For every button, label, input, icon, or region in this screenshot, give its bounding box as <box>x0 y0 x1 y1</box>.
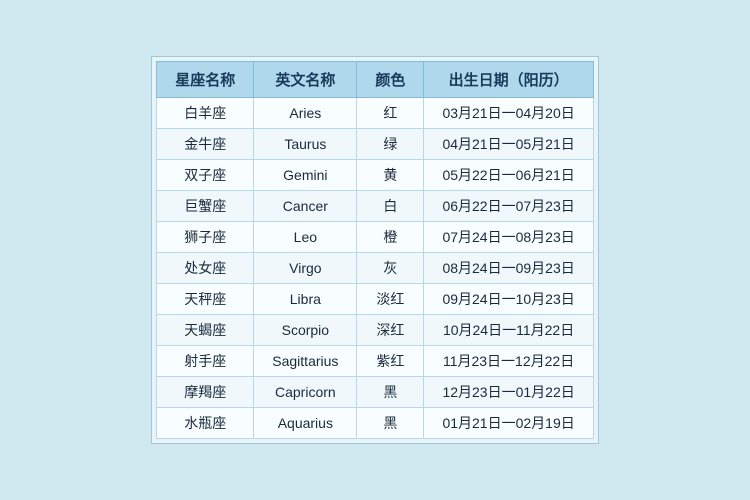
table-row: 摩羯座Capricorn黑12月23日一01月22日 <box>157 377 593 408</box>
cell-dates: 06月22日一07月23日 <box>424 191 593 222</box>
cell-english-name: Libra <box>254 284 357 315</box>
cell-color: 绿 <box>357 129 424 160</box>
zodiac-table-container: 星座名称 英文名称 颜色 出生日期（阳历） 白羊座Aries红03月21日一04… <box>151 56 598 444</box>
cell-chinese-name: 巨蟹座 <box>157 191 254 222</box>
cell-chinese-name: 摩羯座 <box>157 377 254 408</box>
table-row: 处女座Virgo灰08月24日一09月23日 <box>157 253 593 284</box>
cell-dates: 01月21日一02月19日 <box>424 408 593 439</box>
table-row: 巨蟹座Cancer白06月22日一07月23日 <box>157 191 593 222</box>
cell-english-name: Sagittarius <box>254 346 357 377</box>
cell-dates: 12月23日一01月22日 <box>424 377 593 408</box>
cell-chinese-name: 射手座 <box>157 346 254 377</box>
cell-dates: 03月21日一04月20日 <box>424 98 593 129</box>
cell-dates: 11月23日一12月22日 <box>424 346 593 377</box>
cell-english-name: Virgo <box>254 253 357 284</box>
cell-dates: 09月24日一10月23日 <box>424 284 593 315</box>
cell-english-name: Cancer <box>254 191 357 222</box>
cell-english-name: Aquarius <box>254 408 357 439</box>
table-row: 水瓶座Aquarius黑01月21日一02月19日 <box>157 408 593 439</box>
cell-english-name: Leo <box>254 222 357 253</box>
table-body: 白羊座Aries红03月21日一04月20日金牛座Taurus绿04月21日一0… <box>157 98 593 439</box>
table-row: 双子座Gemini黄05月22日一06月21日 <box>157 160 593 191</box>
cell-dates: 04月21日一05月21日 <box>424 129 593 160</box>
cell-color: 黑 <box>357 377 424 408</box>
cell-color: 白 <box>357 191 424 222</box>
cell-chinese-name: 处女座 <box>157 253 254 284</box>
zodiac-table: 星座名称 英文名称 颜色 出生日期（阳历） 白羊座Aries红03月21日一04… <box>156 61 593 439</box>
cell-dates: 05月22日一06月21日 <box>424 160 593 191</box>
cell-color: 深红 <box>357 315 424 346</box>
cell-chinese-name: 狮子座 <box>157 222 254 253</box>
cell-color: 橙 <box>357 222 424 253</box>
cell-chinese-name: 天蝎座 <box>157 315 254 346</box>
cell-english-name: Aries <box>254 98 357 129</box>
cell-dates: 07月24日一08月23日 <box>424 222 593 253</box>
cell-color: 淡红 <box>357 284 424 315</box>
cell-color: 紫红 <box>357 346 424 377</box>
cell-english-name: Scorpio <box>254 315 357 346</box>
table-row: 射手座Sagittarius紫红11月23日一12月22日 <box>157 346 593 377</box>
table-row: 天蝎座Scorpio深红10月24日一11月22日 <box>157 315 593 346</box>
table-row: 狮子座Leo橙07月24日一08月23日 <box>157 222 593 253</box>
table-row: 白羊座Aries红03月21日一04月20日 <box>157 98 593 129</box>
cell-chinese-name: 金牛座 <box>157 129 254 160</box>
cell-color: 黑 <box>357 408 424 439</box>
cell-dates: 10月24日一11月22日 <box>424 315 593 346</box>
cell-english-name: Capricorn <box>254 377 357 408</box>
table-header-row: 星座名称 英文名称 颜色 出生日期（阳历） <box>157 62 593 98</box>
cell-color: 红 <box>357 98 424 129</box>
cell-color: 灰 <box>357 253 424 284</box>
cell-chinese-name: 白羊座 <box>157 98 254 129</box>
cell-english-name: Taurus <box>254 129 357 160</box>
col-english-name: 英文名称 <box>254 62 357 98</box>
table-row: 天秤座Libra淡红09月24日一10月23日 <box>157 284 593 315</box>
cell-chinese-name: 水瓶座 <box>157 408 254 439</box>
cell-chinese-name: 双子座 <box>157 160 254 191</box>
col-dates: 出生日期（阳历） <box>424 62 593 98</box>
col-chinese-name: 星座名称 <box>157 62 254 98</box>
cell-color: 黄 <box>357 160 424 191</box>
col-color: 颜色 <box>357 62 424 98</box>
cell-chinese-name: 天秤座 <box>157 284 254 315</box>
table-row: 金牛座Taurus绿04月21日一05月21日 <box>157 129 593 160</box>
cell-dates: 08月24日一09月23日 <box>424 253 593 284</box>
cell-english-name: Gemini <box>254 160 357 191</box>
